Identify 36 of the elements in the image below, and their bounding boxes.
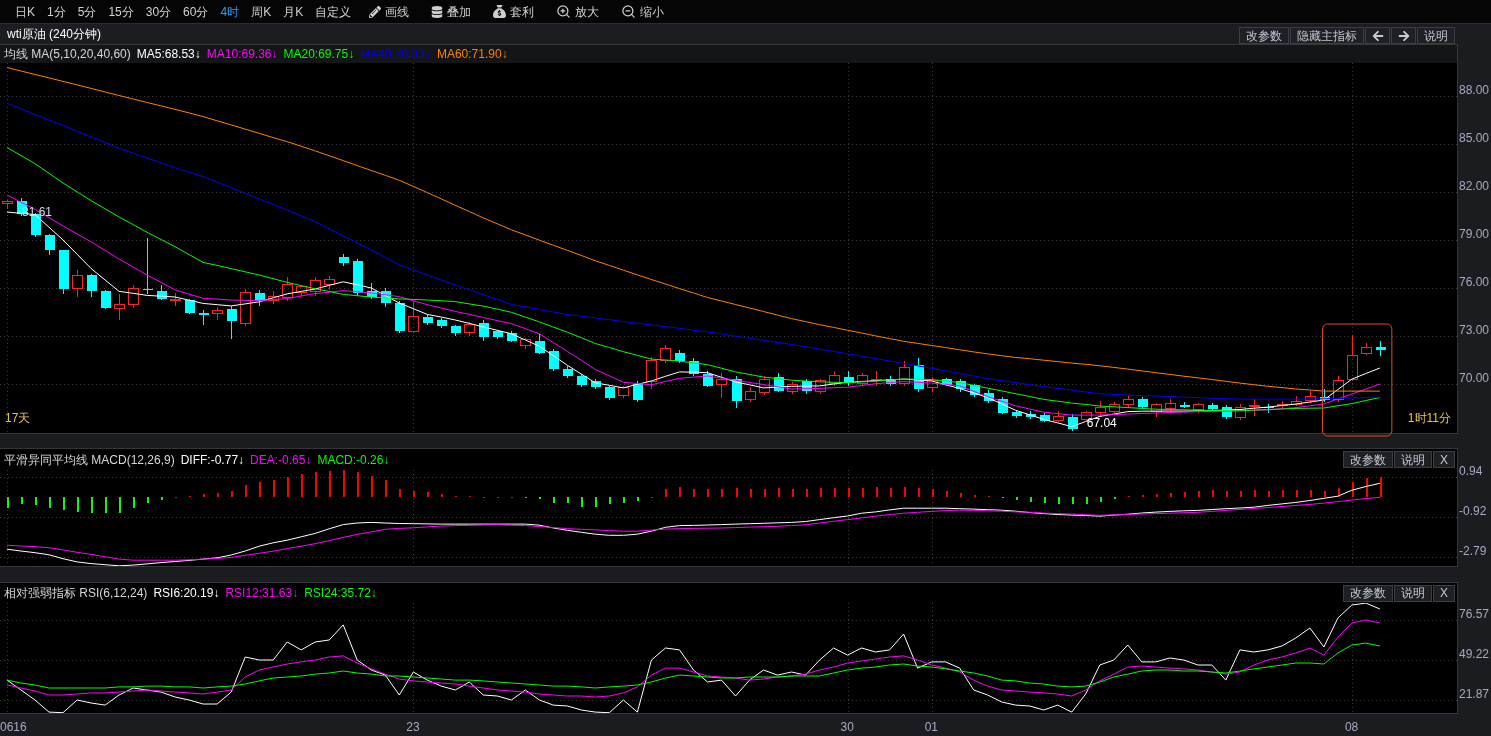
legend-value: MA60:71.90↓ bbox=[436, 47, 508, 61]
axis-label: 21.87 bbox=[1459, 687, 1490, 701]
axis-label: 0616 bbox=[0, 720, 27, 734]
indicator-title: 平滑异同平均线 MACD(12,26,9) bbox=[4, 452, 175, 467]
axis-label: 30 bbox=[840, 720, 854, 734]
axis-label: 76.57 bbox=[1459, 607, 1490, 621]
axis-label: 0.94 bbox=[1459, 464, 1483, 479]
legend-value: RSI12:31.63↓ bbox=[225, 586, 299, 600]
legend-value: RSI6:20.19↓ bbox=[153, 586, 220, 600]
axis-label: 82.00 bbox=[1459, 179, 1490, 193]
chart-title: wti原油 (240分钟) bbox=[7, 27, 101, 41]
legend-value: DEA:-0.65↓ bbox=[250, 452, 312, 467]
axis-label: 76.00 bbox=[1459, 275, 1490, 289]
legend-value: MA20:69.75↓ bbox=[283, 47, 355, 61]
legend-value: DIFF:-0.77↓ bbox=[180, 452, 245, 467]
legend-value: MA5:68.53↓ bbox=[136, 47, 201, 61]
legend-value: MA10:69.36↓ bbox=[206, 47, 278, 61]
price-label: 67.04 bbox=[1086, 416, 1117, 431]
axis-label: -2.79 bbox=[1459, 544, 1487, 559]
legend-value: RSI24:35.72↓ bbox=[304, 586, 377, 600]
legend-value: MACD:-0.26↓ bbox=[317, 452, 390, 467]
axis-label: 23 bbox=[406, 720, 420, 734]
axis-label: 85.00 bbox=[1459, 130, 1490, 145]
axis-label: 08 bbox=[1344, 720, 1359, 734]
indicator-title: 均线 MA(5,10,20,40,60) bbox=[4, 47, 131, 61]
legend-value: MA40:70.33↓ bbox=[360, 47, 431, 61]
axis-label: 79.00 bbox=[1459, 227, 1490, 241]
axis-label: 88.00 bbox=[1459, 82, 1490, 97]
axis-label: 70.00 bbox=[1459, 371, 1490, 385]
indicator-title: 相对强弱指标 RSI(6,12,24) bbox=[4, 586, 148, 600]
axis-label: -0.92 bbox=[1459, 504, 1487, 519]
axis-label: 73.00 bbox=[1459, 323, 1490, 337]
axis-label: 01 bbox=[924, 720, 938, 734]
axis-label: 49.22 bbox=[1459, 647, 1490, 661]
countdown-label: 1时11分 bbox=[1407, 411, 1451, 425]
duration-label: 17天 bbox=[5, 411, 31, 425]
